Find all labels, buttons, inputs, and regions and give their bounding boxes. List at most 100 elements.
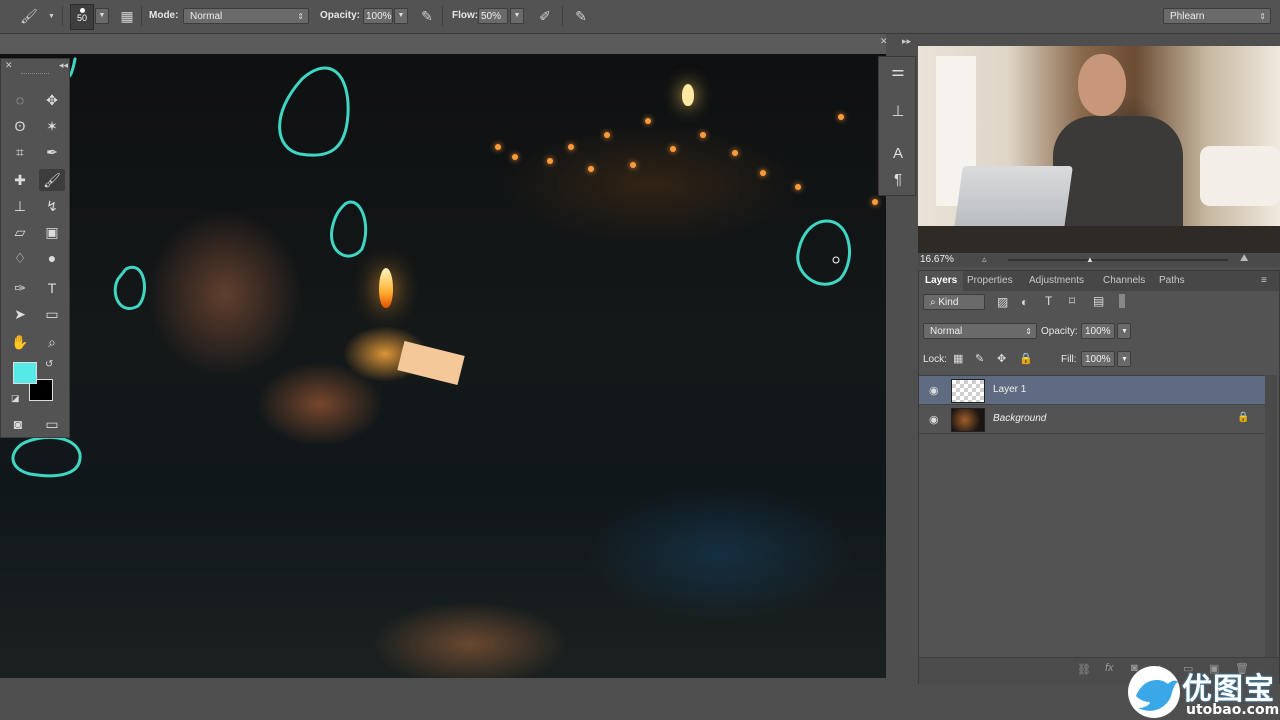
layer-row[interactable]: ◉ Background 🔒	[919, 405, 1265, 434]
flow-input[interactable]: 50%	[478, 8, 508, 24]
brush-tool-preset-icon[interactable]: 🖌	[20, 7, 38, 25]
filter-pixel-icon[interactable]: ▨	[997, 295, 1008, 309]
mode-value: Normal	[190, 11, 223, 22]
lasso-tool-icon[interactable]: ʘ	[7, 115, 33, 137]
screen-mode-icon[interactable]: ▭	[39, 413, 65, 435]
lock-position-icon[interactable]: ✥	[997, 352, 1006, 365]
history-brush-icon[interactable]: ↯	[39, 195, 65, 217]
brush-panel-toggle-icon[interactable]: ▦	[118, 7, 136, 25]
navigator-zoom-row: 16.67% ▵ ▲ ⛰	[918, 253, 1280, 267]
eraser-icon[interactable]: ▱	[7, 221, 33, 243]
crop-tool-icon[interactable]: ⌗	[7, 141, 33, 163]
pressure-opacity-icon[interactable]: ✎	[418, 7, 436, 25]
marquee-tool-icon[interactable]: ◌	[7, 89, 33, 111]
expand-panels-icon[interactable]: ▸▸	[902, 36, 911, 47]
filter-shape-icon[interactable]: ⌑	[1069, 294, 1075, 308]
flow-value: 50%	[481, 11, 502, 22]
layer-row[interactable]: ◉ Layer 1	[919, 376, 1265, 405]
panel-menu-icon[interactable]: ≡	[1261, 275, 1267, 286]
opacity-input[interactable]: 100%	[363, 8, 393, 24]
opacity-value: 100%	[366, 11, 392, 22]
eyedropper-icon[interactable]: ✒	[39, 141, 65, 163]
zoom-tool-icon[interactable]: ⌕	[39, 331, 65, 353]
default-colors-icon[interactable]: ◪	[11, 393, 20, 404]
brush-size-value: 50	[76, 13, 87, 23]
brush-size-dropdown[interactable]: ▼	[95, 8, 109, 24]
gradient-icon[interactable]: ▣	[39, 221, 65, 243]
close-icon[interactable]: ✕	[5, 60, 13, 71]
character-panel-icon[interactable]: A	[887, 143, 909, 165]
lock-icon: 🔒	[1237, 412, 1250, 423]
layer-opacity-input[interactable]: 100%	[1081, 323, 1115, 339]
zoom-slider-thumb[interactable]: ▲	[1086, 255, 1094, 264]
clone-stamp-icon[interactable]: ⊥	[7, 195, 33, 217]
collapse-icon[interactable]: ◂◂	[59, 60, 68, 71]
quick-mask-icon[interactable]: ◙	[5, 413, 31, 435]
layer-name[interactable]: Layer 1	[993, 384, 1026, 395]
lock-all-icon[interactable]: 🔒	[1019, 352, 1033, 365]
document-canvas[interactable]	[0, 54, 886, 678]
filter-adjustment-icon[interactable]: ◐	[1021, 295, 1028, 309]
move-tool-icon[interactable]: ✥	[39, 89, 65, 111]
layer-style-icon[interactable]: fx	[1105, 662, 1114, 674]
visibility-eye-icon[interactable]: ◉	[929, 384, 939, 397]
brush-size-picker[interactable]: 50	[70, 4, 94, 30]
type-tool-icon[interactable]: T	[39, 277, 65, 299]
filter-toggle[interactable]	[1119, 294, 1125, 308]
paragraph-panel-icon[interactable]: ¶	[887, 169, 909, 191]
adjustments-panel-icon[interactable]: ⚌	[887, 61, 909, 83]
flow-dropdown[interactable]: ▼	[510, 8, 524, 24]
layer-filter-select[interactable]: ⌕ Kind	[923, 294, 985, 310]
lock-pixels-icon[interactable]: ✎	[975, 352, 984, 365]
rectangle-tool-icon[interactable]: ▭	[39, 303, 65, 325]
magic-wand-icon[interactable]: ✶	[39, 115, 65, 137]
chevron-updown-icon: ⇕	[1259, 12, 1266, 21]
layer-name[interactable]: Background	[993, 413, 1046, 424]
blend-mode-select[interactable]: Normal ⇕	[923, 323, 1037, 339]
swap-colors-icon[interactable]: ↺	[45, 359, 53, 370]
zoom-out-icon[interactable]: ▵	[982, 254, 987, 265]
bird-logo-icon	[1128, 666, 1180, 718]
hand-tool-icon[interactable]: ✋	[7, 331, 33, 353]
brush-stroke	[796, 219, 852, 286]
zoom-slider-track[interactable]	[1008, 259, 1228, 261]
tab-adjustments[interactable]: Adjustments	[1023, 271, 1090, 291]
pressure-size-icon[interactable]: ✎	[572, 7, 590, 25]
tools-panel: ✕ ◂◂ ◌ ✥ ʘ ✶ ⌗ ✒ ✚ 🖌 ⊥ ↯ ▱ ▣ ♢ ● ✑ T ➤ ▭…	[0, 58, 70, 438]
chevron-updown-icon: ⇕	[297, 12, 304, 21]
zoom-in-icon[interactable]: ⛰	[1240, 253, 1248, 264]
mode-select[interactable]: Normal ⇕	[183, 8, 309, 24]
brush-stroke	[113, 265, 146, 310]
healing-brush-icon[interactable]: ✚	[7, 169, 33, 191]
lock-transparent-icon[interactable]: ▦	[953, 352, 963, 365]
foreground-color-swatch[interactable]	[13, 362, 37, 384]
workspace-name: Phlearn	[1170, 11, 1205, 22]
filter-type-icon[interactable]: T	[1045, 294, 1052, 308]
filter-smart-object-icon[interactable]: ▤	[1093, 294, 1104, 308]
fill-dropdown[interactable]: ▼	[1117, 351, 1131, 367]
opacity-dropdown[interactable]: ▼	[394, 8, 408, 24]
workspace-switcher[interactable]: Phlearn ⇕	[1163, 8, 1271, 24]
blend-mode-value: Normal	[930, 326, 963, 337]
tab-paths[interactable]: Paths	[1153, 271, 1191, 291]
layers-scrollbar[interactable]	[1265, 375, 1277, 657]
path-selection-icon[interactable]: ➤	[7, 303, 33, 325]
layer-opacity-dropdown[interactable]: ▼	[1117, 323, 1131, 339]
panel-grip[interactable]	[21, 73, 49, 77]
dodge-tool-icon[interactable]: ●	[39, 247, 65, 269]
clone-source-panel-icon[interactable]: ⊥	[887, 101, 909, 123]
brush-cursor-icon	[832, 256, 840, 264]
tab-layers[interactable]: Layers	[919, 271, 964, 291]
tab-channels[interactable]: Channels	[1097, 271, 1151, 291]
tab-properties[interactable]: Properties	[961, 271, 1019, 291]
airbrush-icon[interactable]: ✐	[536, 7, 554, 25]
preset-dropdown-arrow-icon[interactable]: ▼	[48, 13, 55, 20]
link-layers-icon[interactable]: ⛓	[1077, 663, 1091, 676]
pen-tool-icon[interactable]: ✑	[7, 277, 33, 299]
visibility-eye-icon[interactable]: ◉	[929, 413, 939, 426]
blur-tool-icon[interactable]: ♢	[7, 247, 33, 269]
fill-input[interactable]: 100%	[1081, 351, 1115, 367]
close-icon[interactable]: ✕	[880, 36, 888, 47]
divider	[141, 6, 142, 26]
brush-tool-icon[interactable]: 🖌	[39, 169, 65, 191]
